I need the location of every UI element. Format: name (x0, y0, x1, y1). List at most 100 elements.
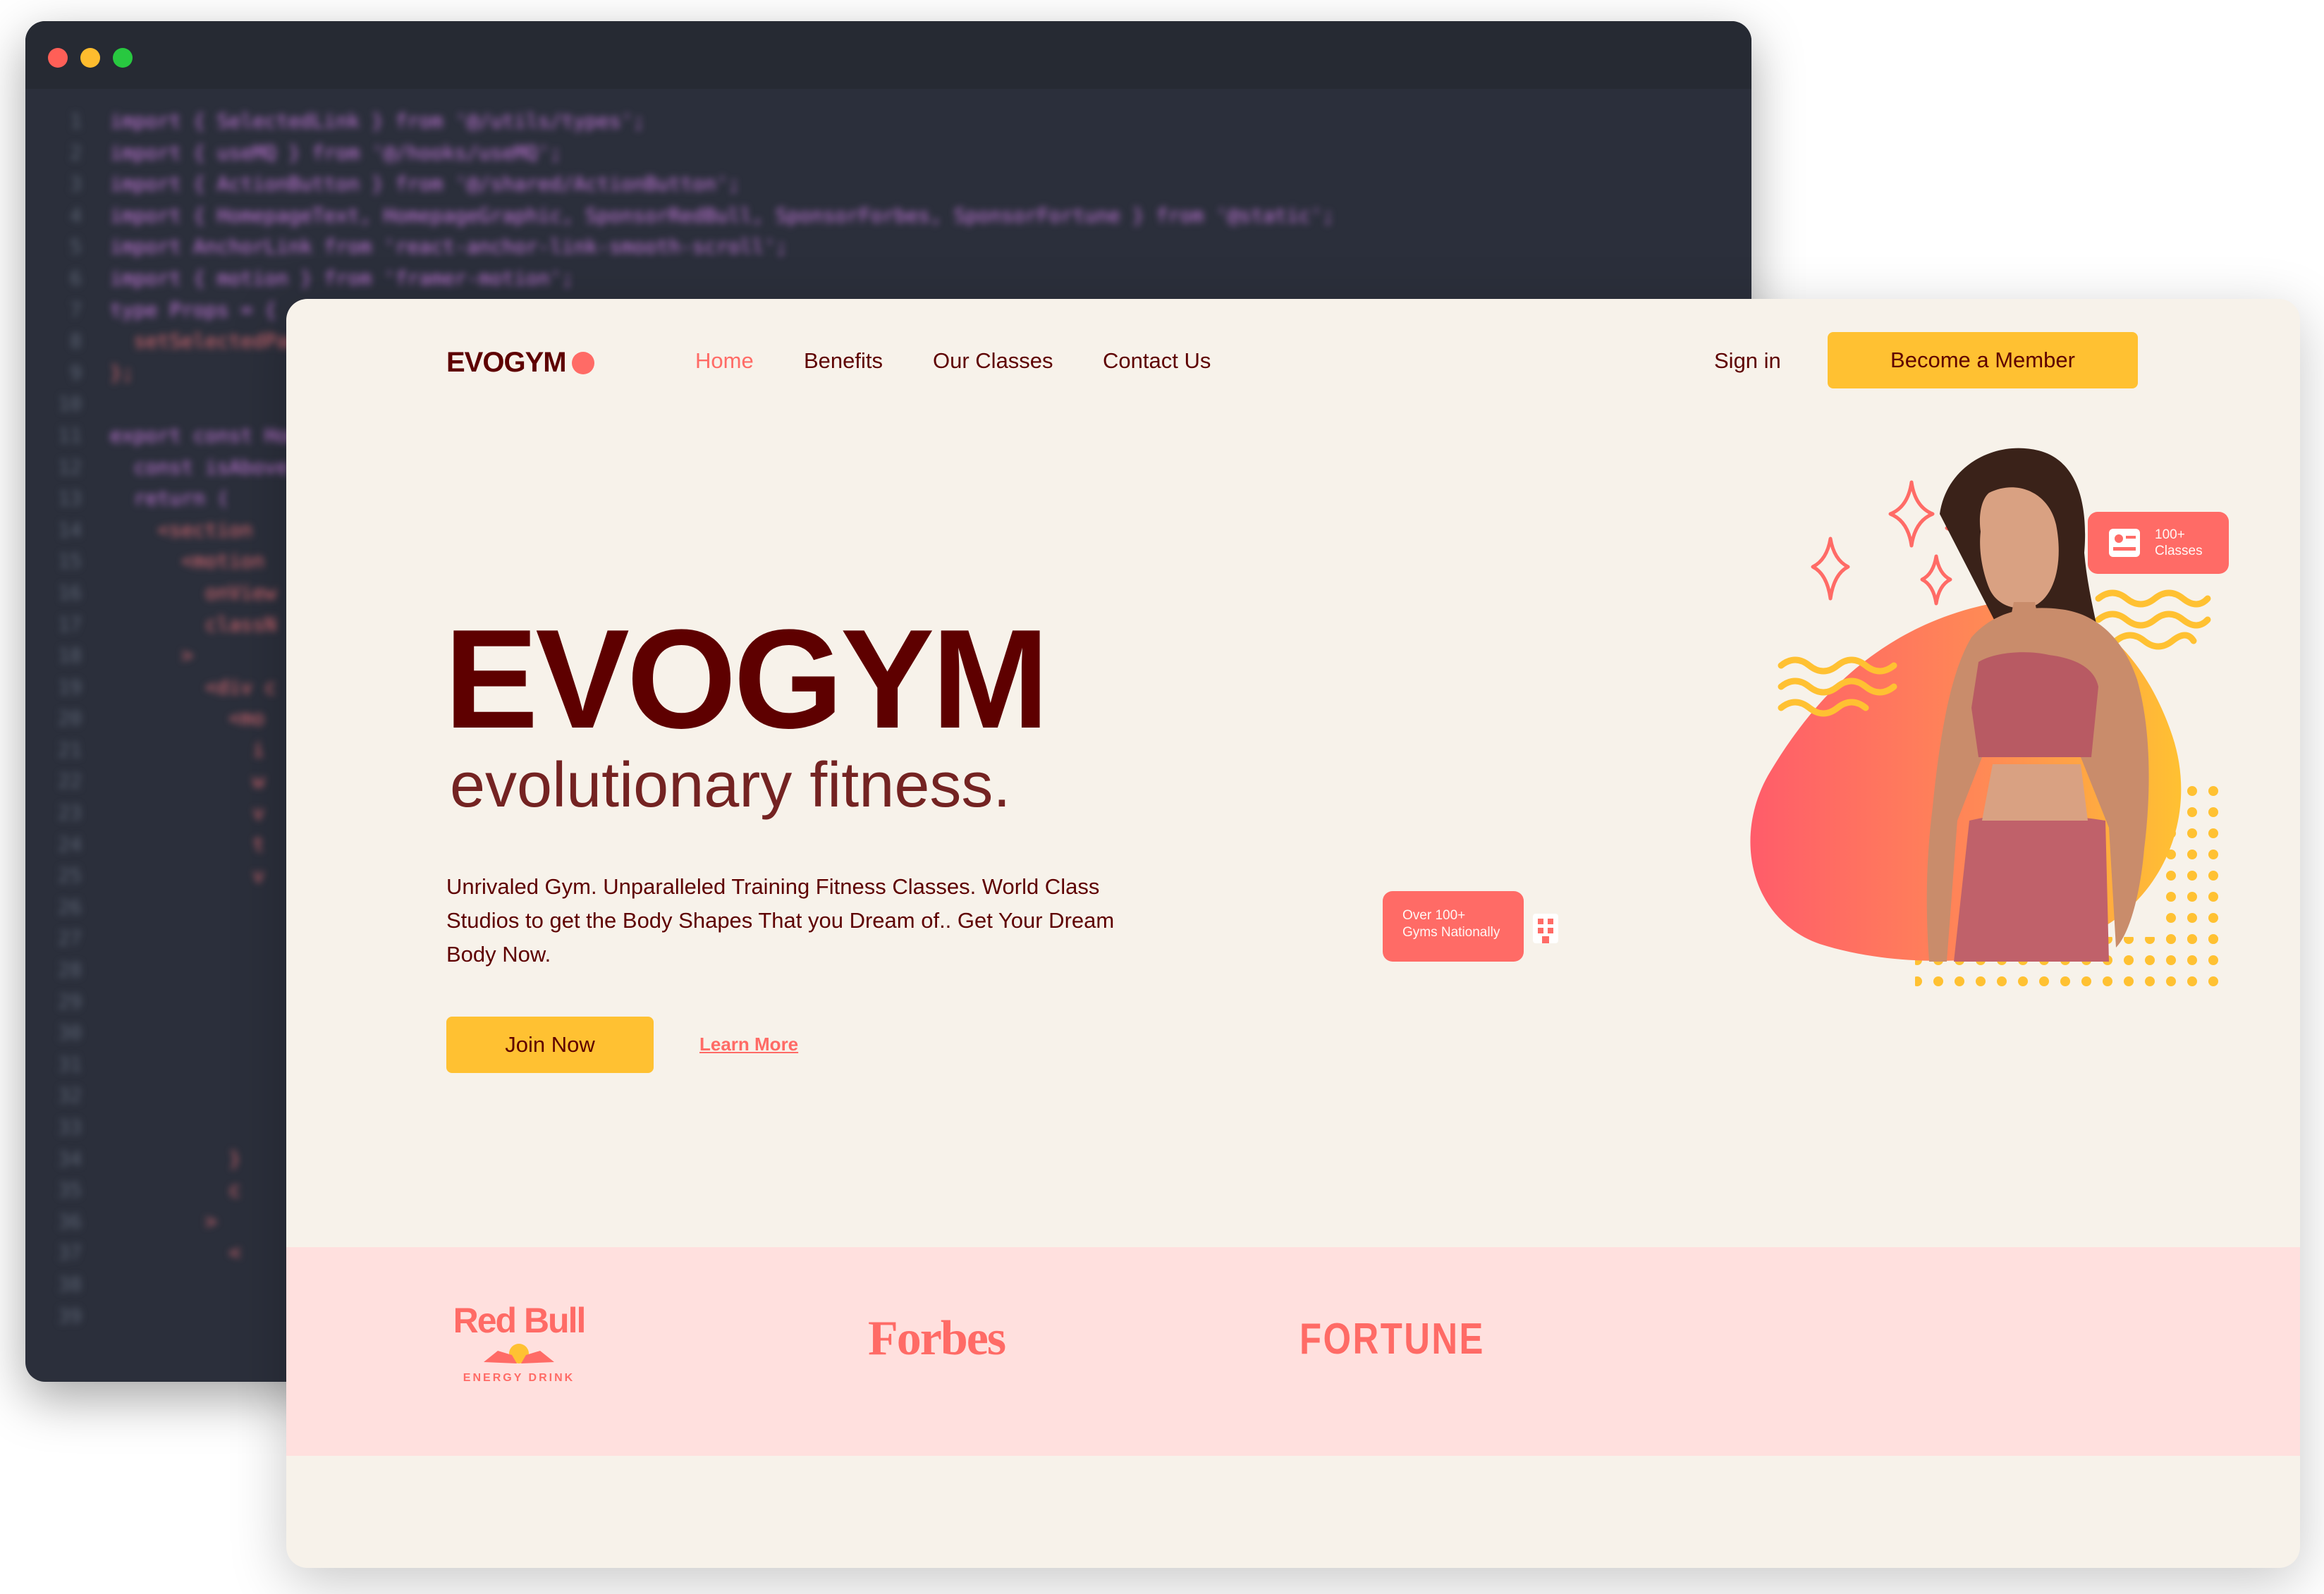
code-text: return ( (110, 486, 229, 510)
code-text: <div c (110, 675, 277, 699)
sponsors-band: Red Bull ENERGY DRINK Forbes FORTUNE (286, 1247, 2300, 1456)
classes-count: 100+ (2155, 527, 2185, 542)
code-text: }; (110, 360, 134, 384)
hero-description: Unrivaled Gym. Unparalleled Training Fit… (446, 874, 1115, 967)
nav-link-benefits[interactable]: Benefits (804, 348, 883, 374)
line-number: 31 (58, 1052, 82, 1076)
line-number: 11 (58, 423, 82, 447)
become-member-button[interactable]: Become a Member (1828, 332, 2138, 388)
redbull-wordmark: Red Bull (453, 1301, 587, 1340)
line-number: 15 (58, 549, 82, 573)
line-number: 27 (58, 926, 82, 950)
line-number: 23 (58, 801, 82, 825)
line-number: 19 (58, 675, 82, 699)
nav-link-contact-us[interactable]: Contact Us (1103, 348, 1211, 374)
gyms-badge: Over 100+ Gyms Nationally (1383, 891, 1558, 962)
code-text: setSelectedPage (110, 329, 312, 353)
code-text: v (110, 864, 265, 888)
line-number: 33 (58, 1115, 82, 1139)
line-number: 8 (70, 329, 82, 353)
code-text: import { SelectedLink } from '@/utils/ty… (110, 109, 645, 133)
line-number: 9 (70, 360, 82, 384)
line-number: 7 (70, 298, 82, 321)
line-number: 5 (70, 235, 82, 259)
gyms-badge-line1: Over 100+ (1402, 908, 1465, 923)
line-number: 30 (58, 1021, 82, 1045)
line-number: 12 (58, 455, 82, 479)
line-number: 28 (58, 958, 82, 982)
line-number: 34 (58, 1146, 82, 1170)
code-line: 5 import AnchorLink from 'react-anchor-li… (25, 231, 1751, 263)
close-window-button[interactable] (48, 48, 68, 68)
code-text: t (110, 832, 265, 856)
maximize-window-button[interactable] (113, 48, 133, 68)
line-number: 13 (58, 486, 82, 510)
classes-badge: 100+ Classes (2088, 512, 2229, 574)
line-number: 38 (58, 1272, 82, 1296)
line-number: 24 (58, 832, 82, 856)
line-number: 20 (58, 706, 82, 730)
line-number: 17 (58, 612, 82, 636)
code-line: 6 import { motion } from 'framer-motion'; (25, 263, 1751, 295)
website-window: EVOGYM Home Benefits Our Classes Contact… (286, 299, 2300, 1568)
code-text: const isAbove (110, 455, 288, 479)
join-now-button[interactable]: Join Now (446, 1017, 654, 1073)
hero-title: EVOGYM (444, 601, 1049, 758)
line-number: 37 (58, 1241, 82, 1265)
line-number: 1 (70, 109, 82, 133)
line-number: 3 (70, 172, 82, 196)
code-line: 2 import { useMQ } from '@/hooks/useMQ'; (25, 137, 1751, 169)
line-number: 22 (58, 769, 82, 793)
line-number: 39 (58, 1304, 82, 1328)
code-line: 1 import { SelectedLink } from '@/utils/t… (25, 106, 1751, 137)
code-text: w (110, 769, 265, 793)
code-text: <section (110, 517, 253, 541)
code-text: export const Home (110, 423, 312, 447)
line-number: 25 (58, 864, 82, 888)
line-number: 6 (70, 266, 82, 290)
logo-text: EVOGYM (446, 347, 567, 378)
gyms-badge-line2: Gyms Nationally (1402, 925, 1500, 940)
code-text: } (110, 1146, 241, 1170)
hero-subtitle: evolutionary fitness. (450, 750, 1011, 821)
nav-link-home[interactable]: Home (695, 348, 754, 374)
classes-label: Classes (2155, 544, 2203, 558)
sign-in-link[interactable]: Sign in (1714, 348, 1781, 374)
code-text: import { motion } from 'framer-motion'; (110, 266, 574, 290)
line-number: 35 (58, 1178, 82, 1202)
id-card-icon (2109, 529, 2140, 557)
redbull-tagline: ENERGY DRINK (463, 1372, 575, 1384)
site-logo[interactable]: EVOGYM (446, 347, 594, 379)
code-text: import { HomepageText, HomepageGraphic, … (110, 203, 1335, 227)
hero-graphic: 100+ Classes Over 100+ Gyms Nationally (1383, 448, 2229, 986)
code-line: 3 import { ActionButton } from '@/shared/… (25, 168, 1751, 200)
line-number: 36 (58, 1209, 82, 1233)
code-text: import AnchorLink from 'react-anchor-lin… (110, 235, 788, 259)
code-text: < (110, 1241, 241, 1265)
line-number: 14 (58, 517, 82, 541)
building-icon (1533, 914, 1558, 943)
line-number: 32 (58, 1084, 82, 1108)
learn-more-link[interactable]: Learn More (699, 1034, 798, 1055)
line-number: 2 (70, 140, 82, 164)
code-text: onView (110, 580, 277, 604)
code-text: classN (110, 612, 277, 636)
nav-link-our-classes[interactable]: Our Classes (933, 348, 1053, 374)
code-text: v (110, 801, 265, 825)
redbull-bulls-icon (484, 1344, 554, 1363)
code-text: i (110, 737, 265, 761)
line-number: 26 (58, 895, 82, 919)
code-text: c (110, 1178, 241, 1202)
sponsor-fortune-logo: FORTUNE (1299, 1315, 1485, 1363)
code-text: import { useMQ } from '@/hooks/useMQ'; (110, 140, 562, 164)
code-text: > (110, 1209, 217, 1233)
line-number: 18 (58, 644, 82, 668)
wave-lines-right (2095, 589, 2211, 650)
logo-dot-icon (571, 351, 594, 374)
line-number: 16 (58, 580, 82, 604)
code-text: <mo (110, 706, 265, 730)
code-line: 4 import { HomepageText, HomepageGraphic,… (25, 200, 1751, 232)
line-number: 21 (58, 737, 82, 761)
code-text: import { ActionButton } from '@/shared/A… (110, 172, 740, 196)
minimize-window-button[interactable] (80, 48, 100, 68)
